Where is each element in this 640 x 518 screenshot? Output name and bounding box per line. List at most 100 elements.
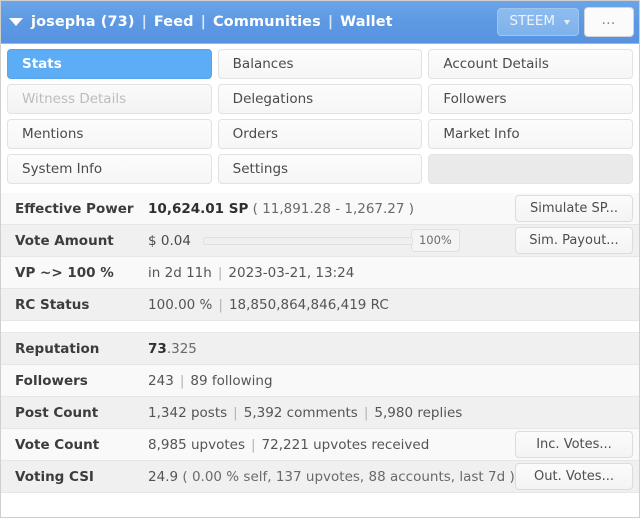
tab-row-4: System Info Settings [7,154,634,184]
table-group-spacer [1,320,639,333]
incoming-votes-button[interactable]: Inc. Votes... [515,431,633,458]
tab-witness-details: Witness Details [7,84,212,114]
vp-eta: in 2d 11h [148,264,212,281]
tab-settings[interactable]: Settings [217,154,423,184]
label-rc-status: RC Status [1,288,135,321]
value-post-count: 1,342 posts | 5,392 comments | 5,980 replies [134,396,639,429]
table-row-followers: Followers 243 | 89 following [1,364,639,397]
tab-row-3: Mentions Orders Market Info [7,119,634,149]
table-row-vote-amount: Vote Amount $ 0.04 100% Sim. Payout... [1,224,639,257]
label-effective-power: Effective Power [1,193,135,225]
rc-separator: | [218,296,223,313]
label-vote-amount: Vote Amount [1,224,135,257]
caret-down-small-icon [564,19,570,25]
tab-witness-details-label: Witness Details [22,91,127,107]
tab-system-info-label: System Info [22,161,103,177]
tab-followers[interactable]: Followers [428,84,634,114]
tab-balances[interactable]: Balances [217,49,423,79]
tab-market-info-label: Market Info [443,126,520,142]
label-followers: Followers [1,364,135,397]
tab-orders-label: Orders [232,126,279,142]
vote-weight-slider[interactable] [202,236,413,245]
vote-amount-line: $ 0.04 100% [148,228,515,253]
voting-csi-score: 24.9 [148,468,179,485]
label-voting-csi: Voting CSI [1,460,135,493]
upvotes-received: 72,221 upvotes received [261,436,430,453]
nav-link-communities[interactable]: Communities [213,14,321,30]
upvotes-given: 8,985 upvotes [148,436,245,453]
panel-bottom-padding [1,493,639,505]
value-vote-count: 8,985 upvotes | 72,221 upvotes received [134,428,515,461]
followers-count: 243 [148,372,174,389]
nav-link-wallet[interactable]: Wallet [340,14,393,30]
nav-separator-3: | [327,14,334,30]
tab-row-2: Witness Details Delegations Followers [7,84,634,114]
tab-mentions[interactable]: Mentions [7,119,212,149]
rc-percent: 100.00 % [148,296,213,313]
value-voting-csi: 24.9 ( 0.00 % self, 137 upvotes, 88 acco… [134,460,515,493]
value-rc-status: 100.00 % | 18,850,864,846,419 RC [134,288,639,321]
label-vp-100: VP ~> 100 % [1,256,135,289]
navbar-right-controls: STEEM … [497,7,634,37]
replies-count: 5,980 replies [374,404,463,421]
tab-stats[interactable]: Stats [7,49,212,79]
nav-separator-1: | [141,14,147,30]
tab-row-1: Stats Balances Account Details [7,49,634,79]
navbar-links: josepha (73) | Feed | Communities | Wall… [9,14,497,30]
followers-separator: | [179,372,185,389]
table-row-reputation: Reputation 73.325 [1,332,639,365]
tab-account-details[interactable]: Account Details [428,49,634,79]
table-row-voting-csi: Voting CSI 24.9 ( 0.00 % self, 137 upvot… [1,460,639,493]
app-window: josepha (73) | Feed | Communities | Wall… [0,0,640,518]
outgoing-votes-button[interactable]: Out. Votes... [515,463,633,490]
tab-balances-label: Balances [232,56,294,72]
sim-payout-button[interactable]: Sim. Payout... [515,227,633,254]
tab-market-info[interactable]: Market Info [428,119,634,149]
vp-date: 2023-03-21, 13:24 [228,264,355,281]
stats-panel: Effective Power 10,624.01 SP ( 11,891.28… [1,193,639,517]
tab-settings-label: Settings [232,161,289,177]
spacer-cell [1,320,639,333]
post-separator-2: | [363,404,369,421]
table-row-vp-100: VP ~> 100 % in 2d 11h | 2023-03-21, 13:24 [1,256,639,289]
value-vote-amount: $ 0.04 100% [134,224,515,257]
reputation-fraction: .325 [166,340,197,357]
posts-count: 1,342 posts [148,404,228,421]
post-separator-1: | [233,404,238,421]
value-reputation: 73.325 [134,332,639,365]
currency-selector-label: STEEM [509,13,555,30]
effective-power-range: ( 11,891.28 - 1,267.27 ) [248,200,415,217]
tab-account-details-label: Account Details [443,56,549,72]
tab-mentions-label: Mentions [22,126,84,142]
table-row-vote-count: Vote Count 8,985 upvotes | 72,221 upvotes … [1,428,639,461]
comments-count: 5,392 comments [243,404,358,421]
more-options-button[interactable]: … [584,7,634,37]
reputation-whole: 73 [148,340,167,357]
table-row-effective-power: Effective Power 10,624.01 SP ( 11,891.28… [1,193,639,225]
action-cell-inc-votes: Inc. Votes... [514,428,639,461]
vote-weight-value: 100% [410,228,460,253]
action-cell-out-votes: Out. Votes... [514,460,639,493]
nav-username[interactable]: josepha (73) [31,14,135,30]
tab-orders[interactable]: Orders [217,119,423,149]
nav-link-feed[interactable]: Feed [154,14,194,30]
action-cell-simulate-sp: Simulate SP... [514,193,639,225]
value-vp-100: in 2d 11h | 2023-03-21, 13:24 [134,256,639,289]
top-navigation-bar: josepha (73) | Feed | Communities | Wall… [1,1,639,44]
nav-separator-2: | [200,14,206,30]
currency-selector-steem[interactable]: STEEM [497,8,579,36]
table-row-post-count: Post Count 1,342 posts | 5,392 comments | 5,… [1,396,639,429]
tab-followers-label: Followers [443,91,507,107]
caret-down-icon[interactable] [9,18,23,26]
label-reputation: Reputation [1,332,135,365]
vote-count-separator: | [250,436,256,453]
simulate-sp-button[interactable]: Simulate SP... [515,195,633,222]
value-effective-power: 10,624.01 SP ( 11,891.28 - 1,267.27 ) [134,193,515,225]
vote-amount-value: $ 0.04 [148,232,191,249]
tab-delegations[interactable]: Delegations [217,84,423,114]
tab-stats-label: Stats [22,56,62,72]
ellipsis-icon: … [601,11,617,28]
stats-table: Effective Power 10,624.01 SP ( 11,891.28… [1,193,639,493]
voting-csi-details: ( 0.00 % self, 137 upvotes, 88 accounts,… [178,468,515,485]
tab-system-info[interactable]: System Info [7,154,212,184]
